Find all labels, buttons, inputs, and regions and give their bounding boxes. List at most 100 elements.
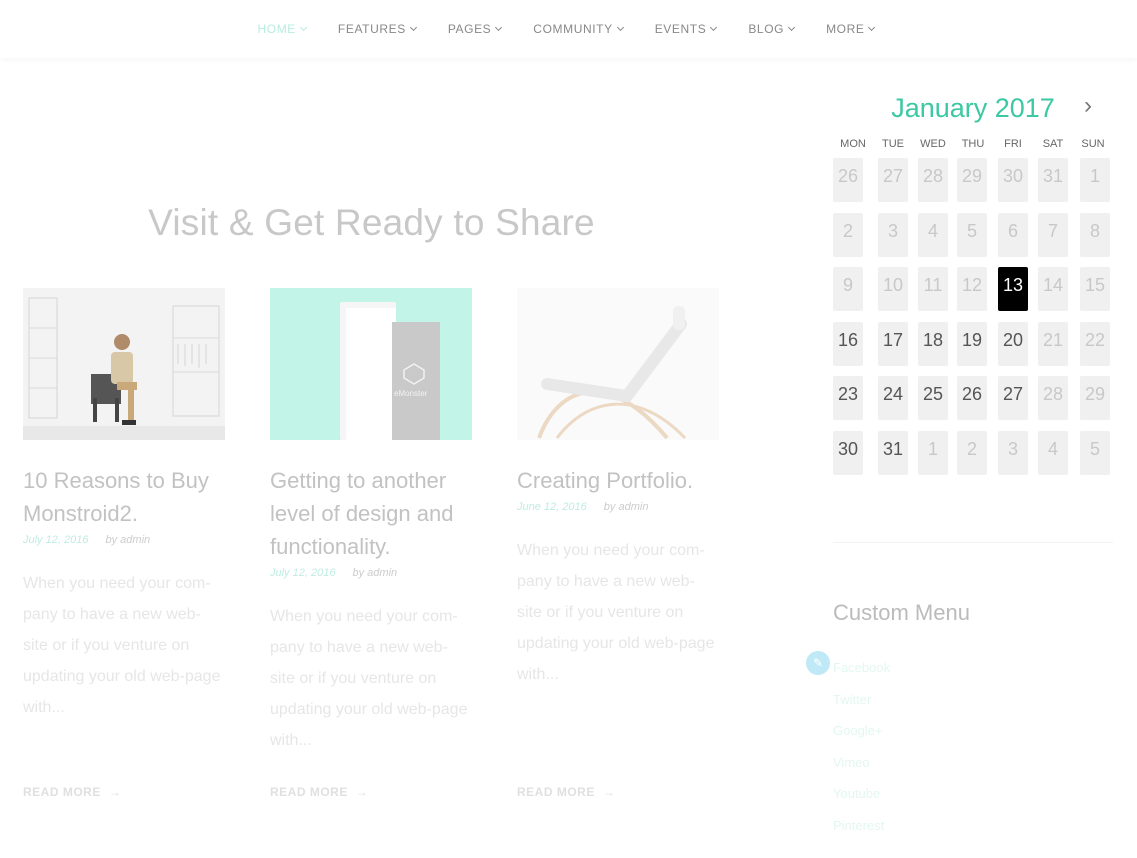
read-more-link[interactable]: READ MORE → — [270, 785, 368, 799]
weekday-label: WED — [920, 138, 946, 150]
calendar-day[interactable]: 2 — [833, 212, 863, 257]
chevron-down-icon — [299, 23, 307, 32]
post-title[interactable]: Getting to another level of design and f… — [270, 464, 472, 563]
post-card: eMonster Getting to another level of des… — [270, 288, 472, 756]
calendar-day[interactable]: 19 — [957, 321, 987, 366]
weekday-label: MON — [840, 138, 866, 150]
menu-item-pinterest[interactable]: Pinterest — [833, 810, 890, 842]
read-more-label: READ MORE — [270, 785, 348, 799]
post-title[interactable]: Creating Portfolio. — [517, 464, 719, 497]
menu-item-facebook[interactable]: Facebook — [833, 652, 890, 684]
calendar-day[interactable]: 1 — [918, 430, 948, 475]
top-navigation: HOME FEATURES PAGES COMMUNITY EVENTS BLO… — [0, 0, 1137, 58]
nav-item-features[interactable]: FEATURES — [337, 22, 417, 36]
read-more-label: READ MORE — [23, 785, 101, 799]
calendar-day[interactable]: 28 — [1038, 376, 1068, 420]
calendar-day[interactable]: 24 — [878, 376, 908, 420]
nav-label: FEATURES — [337, 22, 406, 36]
calendar-day[interactable]: 15 — [1080, 267, 1110, 311]
calendar-day[interactable]: 29 — [1080, 376, 1110, 420]
weekday-label: TUE — [882, 138, 904, 150]
calendar-day[interactable]: 31 — [878, 430, 908, 475]
book-mockup-image: eMonster — [340, 302, 440, 440]
calendar-day[interactable]: 31 — [1038, 158, 1068, 202]
chevron-down-icon — [409, 23, 417, 32]
nav-item-community[interactable]: COMMUNITY — [533, 22, 624, 36]
calendar-day[interactable]: 4 — [918, 212, 948, 257]
arrow-right-icon: → — [108, 785, 122, 799]
nav-item-events[interactable]: EVENTS — [654, 22, 718, 36]
calendar-day[interactable]: 25 — [918, 376, 948, 420]
nav-item-home[interactable]: HOME — [258, 22, 307, 36]
calendar-day[interactable]: 28 — [918, 158, 948, 202]
nav-item-blog[interactable]: BLOG — [748, 22, 796, 36]
calendar-day[interactable]: 12 — [957, 267, 987, 311]
nav-label: BLOG — [748, 22, 785, 36]
nav-item-pages[interactable]: PAGES — [448, 22, 503, 36]
calendar-day[interactable]: 8 — [1080, 212, 1110, 257]
post-date[interactable]: July 12, 2016 — [270, 567, 335, 579]
calendar-day[interactable]: 1 — [1080, 158, 1110, 202]
menu-item-twitter[interactable]: Twitter — [833, 684, 890, 716]
calendar-day[interactable]: 16 — [833, 321, 863, 366]
calendar-day[interactable]: 11 — [918, 267, 948, 311]
custom-menu-list: Facebook Twitter Google+ Vimeo Youtube P… — [833, 652, 890, 842]
calendar-day[interactable]: 3 — [998, 430, 1028, 475]
chevron-down-icon — [616, 23, 624, 32]
nav-list: HOME FEATURES PAGES COMMUNITY EVENTS BLO… — [242, 22, 891, 36]
calendar-day[interactable]: 17 — [878, 321, 908, 366]
pencil-icon[interactable]: ✎ — [806, 651, 830, 675]
post-thumbnail[interactable]: eMonster — [270, 288, 472, 440]
calendar-day[interactable]: 14 — [1038, 267, 1068, 311]
read-more-link[interactable]: READ MORE → — [517, 785, 615, 799]
post-thumbnail[interactable] — [517, 288, 719, 440]
lounge-chair-image — [537, 306, 687, 440]
calendar-day[interactable]: 13 — [998, 267, 1028, 311]
calendar-day[interactable]: 26 — [833, 158, 863, 202]
calendar-day[interactable]: 30 — [833, 430, 863, 475]
post-thumbnail[interactable] — [23, 288, 225, 440]
read-more-link[interactable]: READ MORE → — [23, 785, 121, 799]
chevron-right-icon[interactable]: › — [1084, 92, 1092, 120]
calendar-day[interactable]: 10 — [878, 267, 908, 311]
weekday-label: SAT — [1042, 138, 1064, 150]
post-meta: June 12, 2016 by admin — [517, 501, 719, 513]
calendar-day[interactable]: 27 — [998, 376, 1028, 420]
calendar-day[interactable]: 22 — [1080, 321, 1110, 366]
calendar-day[interactable]: 5 — [957, 212, 987, 257]
menu-item-youtube[interactable]: Youtube — [833, 778, 890, 810]
nav-item-more[interactable]: MORE — [826, 22, 876, 36]
calendar-day[interactable]: 9 — [833, 267, 863, 311]
calendar-day[interactable]: 3 — [878, 212, 908, 257]
calendar-day[interactable]: 27 — [878, 158, 908, 202]
post-date[interactable]: June 12, 2016 — [517, 501, 587, 513]
post-author[interactable]: by admin — [106, 534, 151, 546]
menu-item-vimeo[interactable]: Vimeo — [833, 747, 890, 779]
post-excerpt: When you need your com-pany to have a ne… — [23, 575, 221, 716]
post-card: 10 Reasons to Buy Monstroid2. July 12, 2… — [23, 288, 225, 723]
calendar-day[interactable]: 21 — [1038, 321, 1068, 366]
calendar-day[interactable]: 20 — [998, 321, 1028, 366]
weekday-label: THU — [961, 138, 985, 150]
calendar-day[interactable]: 4 — [1038, 430, 1068, 475]
post-author[interactable]: by admin — [604, 501, 649, 513]
chevron-down-icon — [788, 23, 796, 32]
post-author[interactable]: by admin — [353, 567, 398, 579]
arrow-right-icon: → — [602, 785, 616, 799]
post-title[interactable]: 10 Reasons to Buy Monstroid2. — [23, 464, 225, 530]
calendar-day[interactable]: 26 — [957, 376, 987, 420]
man-in-chair-image — [23, 297, 225, 440]
weekday-label: SUN — [1081, 138, 1105, 150]
calendar-title: January 2017 — [891, 93, 1055, 123]
calendar-day[interactable]: 7 — [1038, 212, 1068, 257]
calendar-day[interactable]: 5 — [1080, 430, 1110, 475]
calendar-day[interactable]: 29 — [957, 158, 987, 202]
menu-item-google[interactable]: Google+ — [833, 715, 890, 747]
post-date[interactable]: July 12, 2016 — [23, 534, 88, 546]
calendar-day[interactable]: 30 — [998, 158, 1028, 202]
calendar-day[interactable]: 18 — [918, 321, 948, 366]
calendar-day[interactable]: 23 — [833, 376, 863, 420]
calendar-day[interactable]: 6 — [998, 212, 1028, 257]
nav-label: EVENTS — [654, 22, 707, 36]
calendar-day[interactable]: 2 — [957, 430, 987, 475]
